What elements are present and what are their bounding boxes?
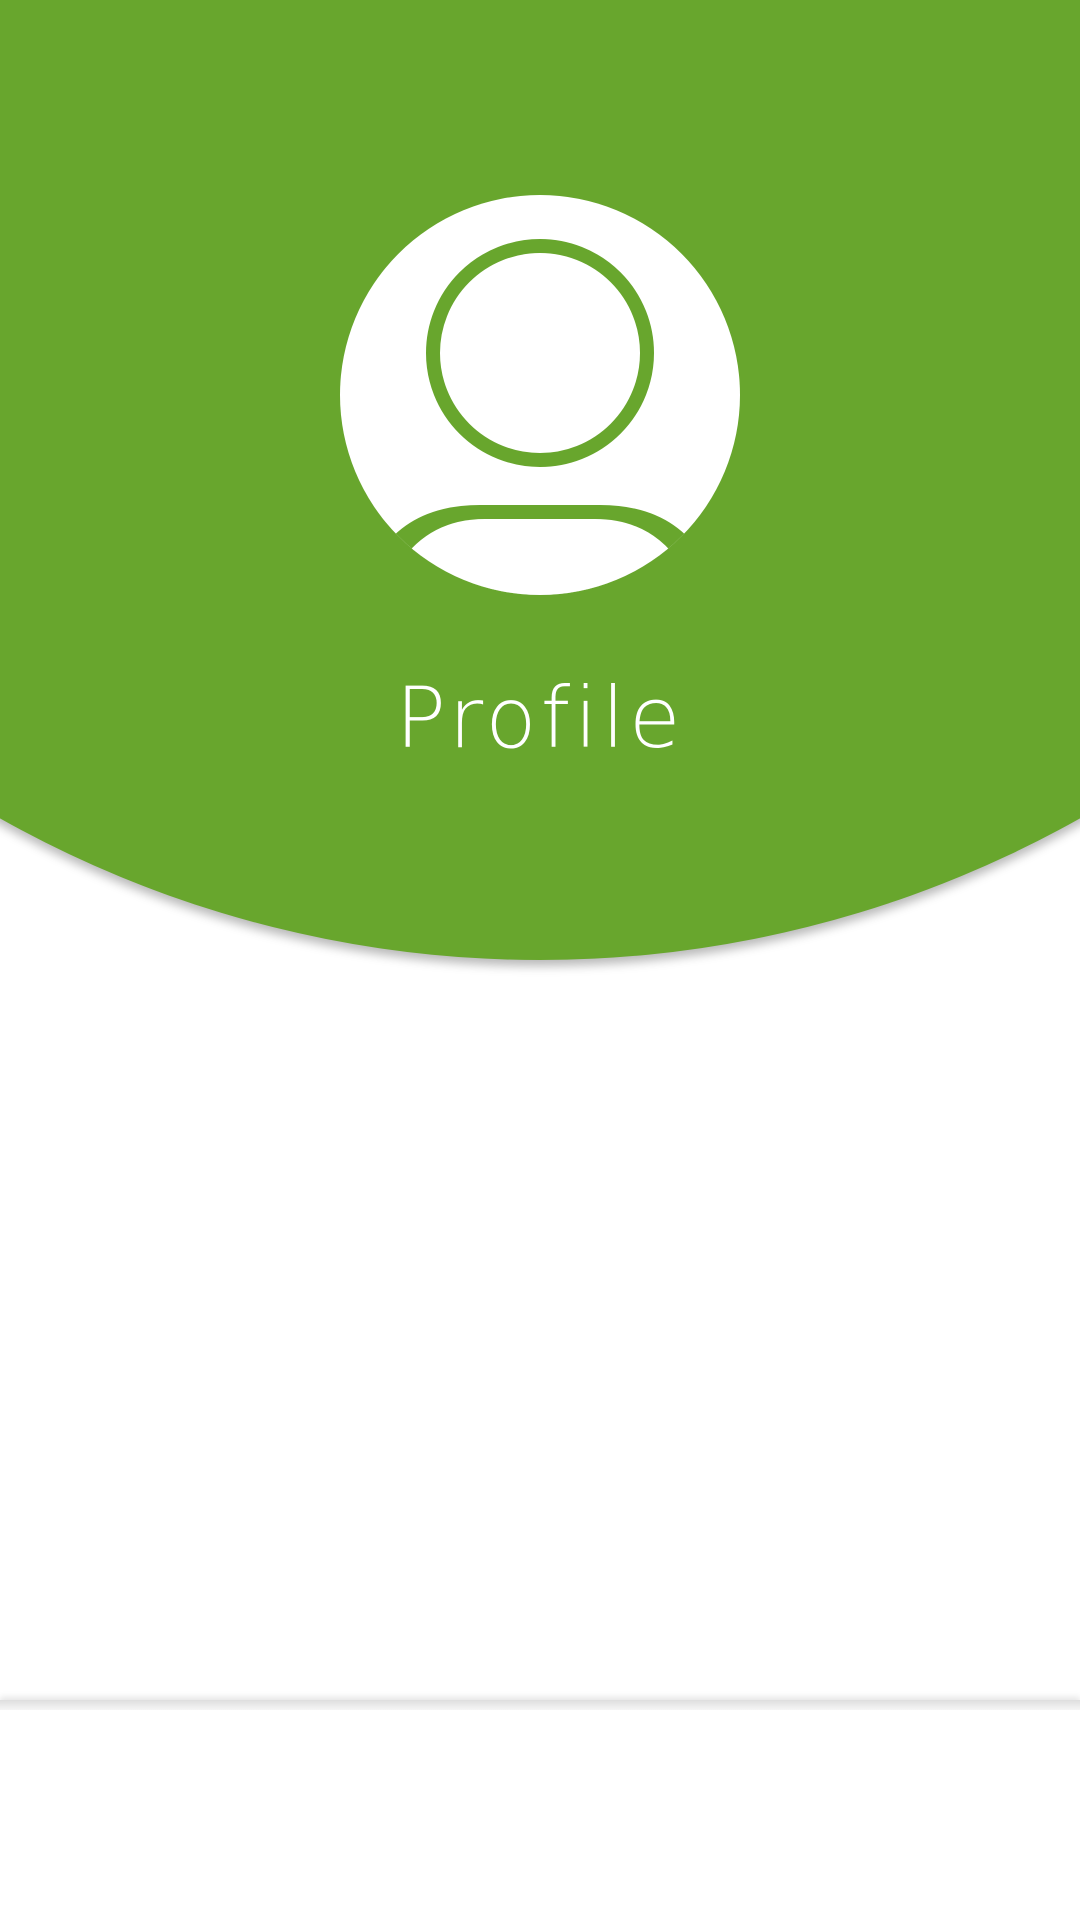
user-avatar-icon: [340, 239, 740, 595]
bottom-bar-divider: [0, 1700, 1080, 1710]
profile-screen: Profile: [0, 0, 1080, 1920]
avatar[interactable]: [340, 195, 740, 595]
bottom-bar: [0, 1700, 1080, 1920]
page-title: Profile: [395, 669, 685, 767]
